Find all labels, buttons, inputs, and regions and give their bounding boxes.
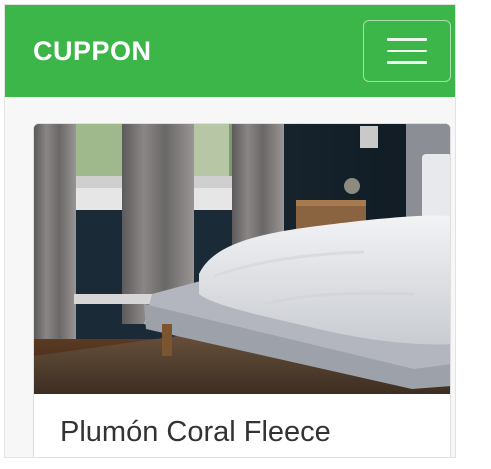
hamburger-menu-icon — [387, 38, 427, 41]
product-title[interactable]: Plumón Coral Fleece — [60, 414, 424, 450]
hamburger-menu-icon — [387, 61, 427, 64]
navbar: CUPPON — [5, 5, 455, 97]
menu-toggle-button[interactable] — [363, 20, 451, 82]
hamburger-menu-icon — [387, 49, 427, 53]
page-frame: CUPPON Plumón Coral Fleece — [4, 4, 456, 458]
bedroom-photo — [34, 124, 450, 394]
product-image[interactable] — [34, 124, 450, 394]
brand-logo[interactable]: CUPPON — [33, 36, 152, 67]
card-body: Plumón Coral Fleece — [34, 394, 450, 450]
product-card[interactable]: Plumón Coral Fleece — [33, 123, 451, 457]
